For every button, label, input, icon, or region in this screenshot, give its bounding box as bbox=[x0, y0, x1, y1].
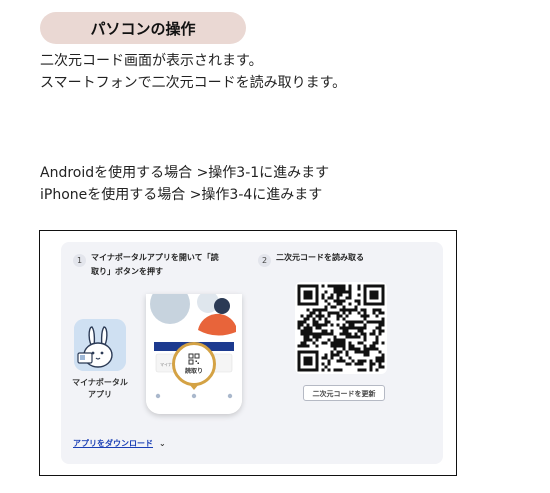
intro-line: スマートフォンで二次元コードを読み取ります。 bbox=[40, 75, 347, 91]
step1-line2: 取り」ボタンを押す bbox=[91, 267, 163, 276]
step1-line1: マイナポータルアプリを開いて「読 bbox=[91, 253, 219, 262]
read-button-label: 読取り bbox=[184, 368, 203, 375]
section-title: パソコンの操作 bbox=[90, 19, 196, 38]
read-button-pointer bbox=[189, 384, 199, 390]
step1-number: 1 bbox=[73, 254, 86, 267]
download-app-link[interactable]: アプリをダウンロード ⌄ bbox=[73, 438, 166, 449]
iphone-path: iPhoneを使用する場合 >操作3-4に進みます bbox=[40, 187, 323, 203]
intro-line: 二次元コード画面が表示されます。 bbox=[40, 53, 263, 69]
chevron-down-icon: ⌄ bbox=[159, 439, 166, 448]
step2-label: 二次元コードを読み取る bbox=[276, 253, 364, 262]
android-path: Androidを使用する場合 >操作3-1に進みます bbox=[40, 165, 330, 181]
mynaportal-app-icon[interactable] bbox=[74, 319, 126, 371]
download-app-link-label: アプリをダウンロード bbox=[73, 439, 153, 448]
app-name-line1: マイナポータル bbox=[72, 378, 128, 387]
intro-text: 二次元コード画面が表示されます。 スマートフォンで二次元コードを読み取ります。 bbox=[40, 50, 346, 94]
qr-screen-screenshot: 1 マイナポータルアプリを開いて「読 取り」ボタンを押す マイナポータル アプリ bbox=[39, 230, 457, 476]
app-name-line2: アプリ bbox=[88, 390, 112, 399]
qr-scan-icon bbox=[188, 353, 200, 365]
section-title-pill: パソコンの操作 bbox=[40, 12, 246, 44]
phone-mockup: マイナポータル 読取り bbox=[146, 294, 242, 414]
qr-login-panel: 1 マイナポータルアプリを開いて「読 取り」ボタンを押す マイナポータル アプリ bbox=[61, 242, 443, 464]
qr-code-box bbox=[295, 282, 387, 374]
refresh-qr-button[interactable]: 二次元コードを更新 bbox=[303, 385, 385, 401]
rabbit-mascot-icon bbox=[74, 319, 126, 371]
read-button[interactable]: 読取り bbox=[172, 342, 216, 386]
device-paths: Androidを使用する場合 >操作3-1に進みます iPhoneを使用する場合… bbox=[40, 162, 329, 206]
step2-number: 2 bbox=[258, 254, 271, 267]
app-name: マイナポータル アプリ bbox=[69, 377, 131, 401]
qr-code-image bbox=[297, 284, 385, 372]
